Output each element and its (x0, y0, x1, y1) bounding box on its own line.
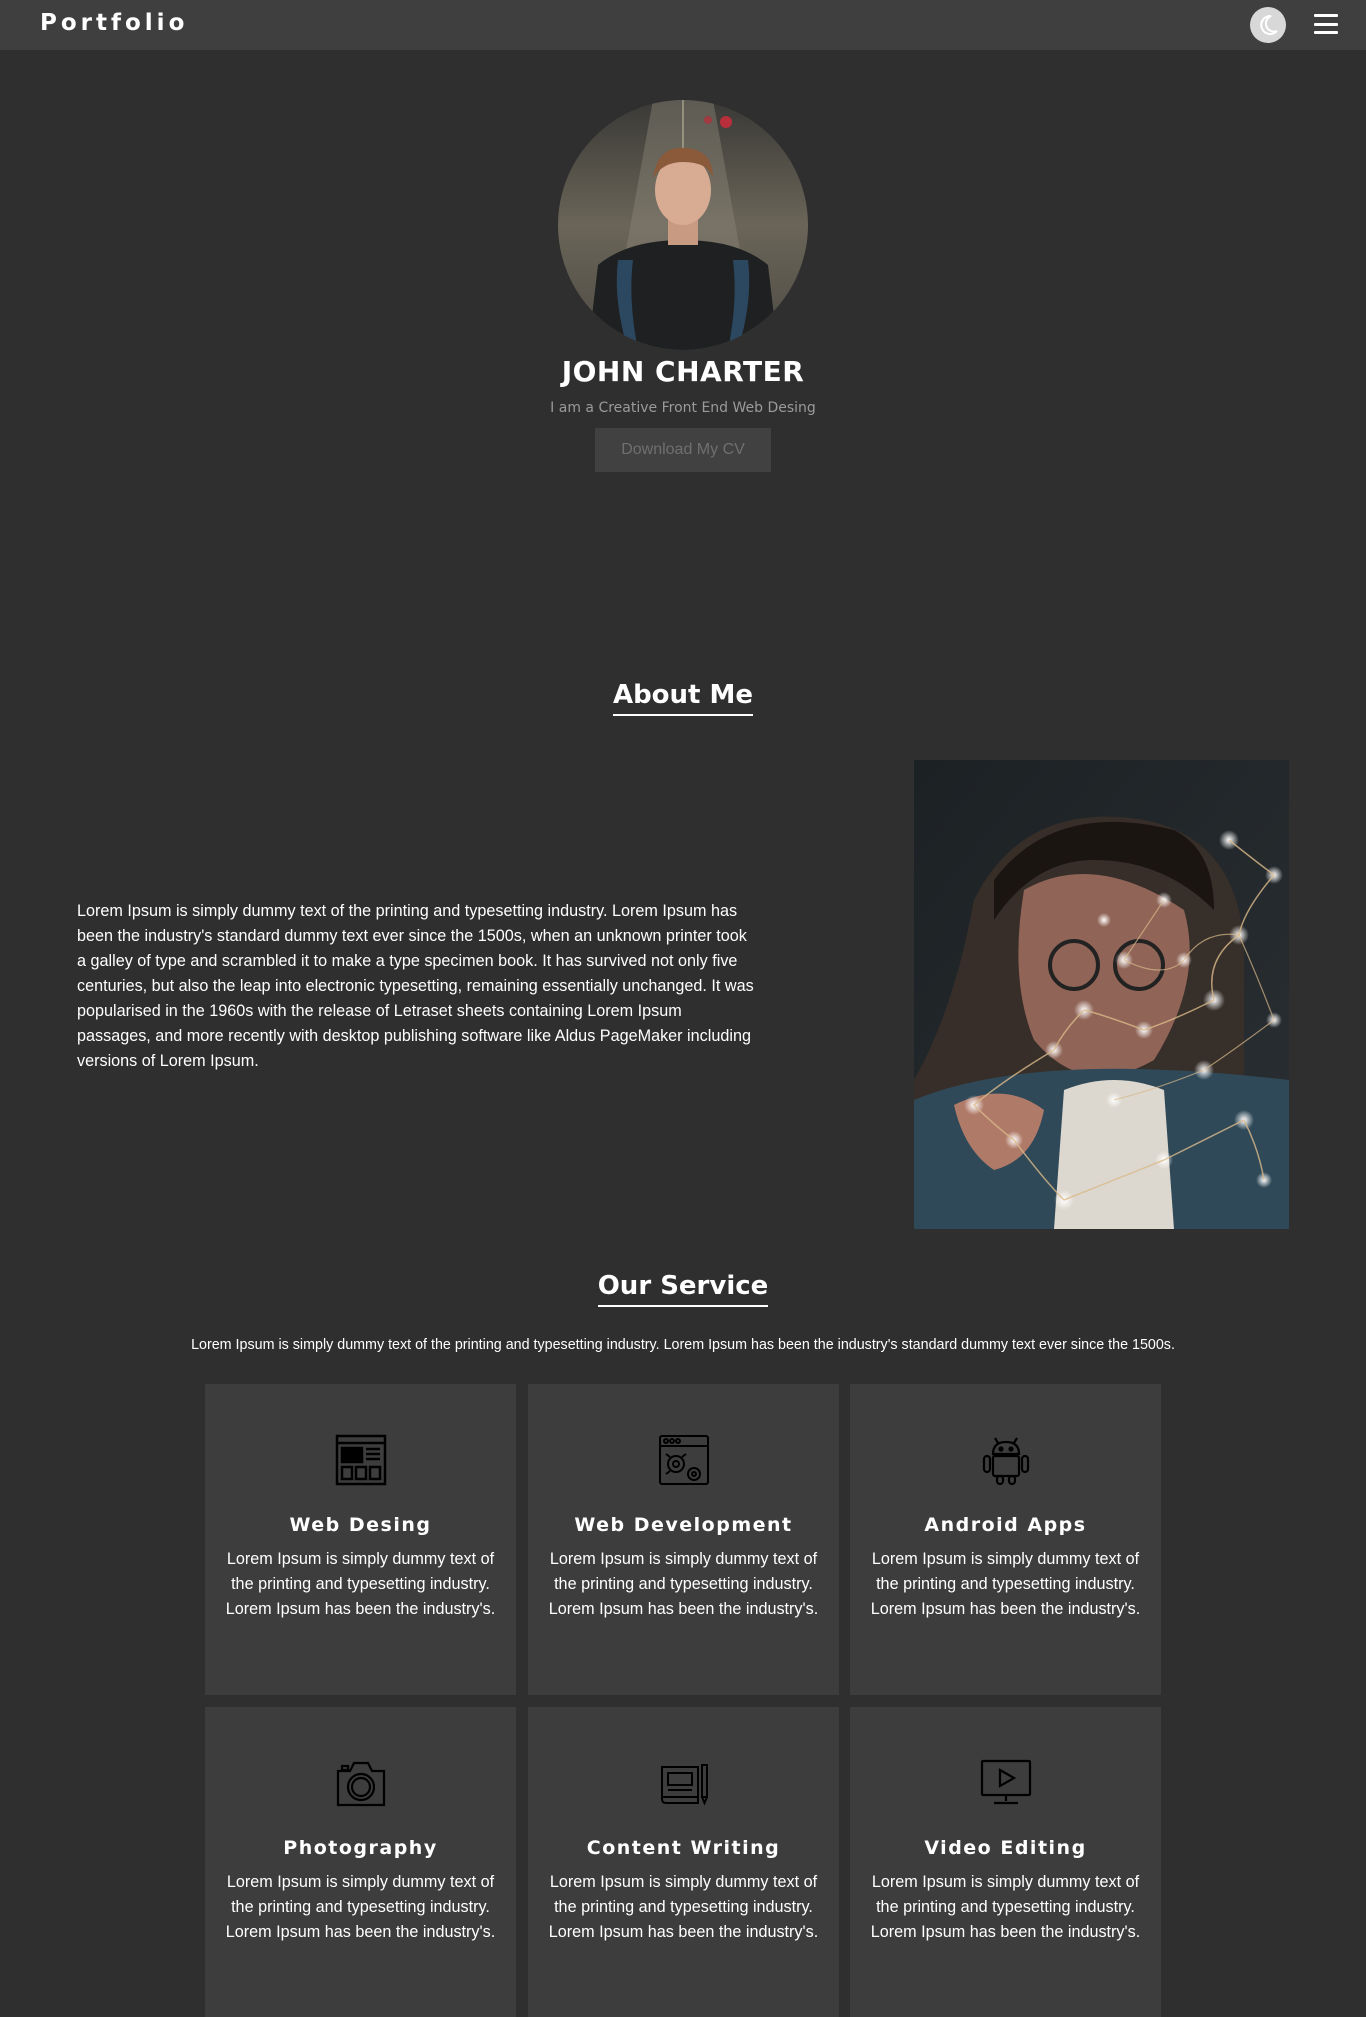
service-description: Lorem Ipsum is simply dummy text of the … (870, 1550, 1141, 1618)
theme-toggle-button[interactable] (1250, 7, 1286, 43)
service-description: Lorem Ipsum is simply dummy text of the … (548, 1873, 819, 1941)
moon-icon (1260, 14, 1278, 35)
service-card-android-apps[interactable]: Android Apps Lorem Ipsum is simply dummy… (850, 1384, 1161, 1695)
service-description: Lorem Ipsum is simply dummy text of the … (225, 1550, 496, 1618)
about-photo (914, 760, 1289, 1229)
service-description: Lorem Ipsum is simply dummy text of the … (870, 1873, 1141, 1941)
navbar: Portfolio (0, 0, 1366, 50)
web-development-icon (659, 1435, 709, 1485)
camera-icon (336, 1761, 386, 1807)
download-cv-button[interactable]: Download My CV (595, 428, 771, 472)
service-title: Content Writing (586, 1837, 781, 1859)
service-title: Android Apps (924, 1514, 1087, 1536)
service-description: Lorem Ipsum is simply dummy text of the … (548, 1550, 819, 1618)
service-card-web-development[interactable]: Web Development Lorem Ipsum is simply du… (528, 1384, 839, 1695)
service-title: Web Development (574, 1514, 793, 1536)
profile-avatar (558, 100, 808, 350)
service-section-title: Our Service (0, 1271, 1366, 1307)
web-design-icon (335, 1434, 387, 1486)
brand-logo[interactable]: Portfolio (40, 10, 188, 36)
video-editing-icon (980, 1759, 1032, 1805)
service-card-video-editing[interactable]: Video Editing Lorem Ipsum is simply dumm… (850, 1707, 1161, 2017)
menu-button[interactable] (1314, 14, 1338, 34)
service-title: Video Editing (924, 1837, 1087, 1859)
android-icon (982, 1437, 1030, 1486)
content-writing-icon (661, 1764, 708, 1806)
profile-subtitle: I am a Creative Front End Web Desing (550, 400, 816, 416)
hamburger-icon (1314, 14, 1338, 17)
service-card-web-design[interactable]: Web Desing Lorem Ipsum is simply dummy t… (205, 1384, 516, 1695)
about-section-title: About Me (0, 680, 1366, 716)
service-intro-text: Lorem Ipsum is simply dummy text of the … (191, 1337, 1175, 1353)
service-title: Photography (283, 1837, 438, 1859)
service-description: Lorem Ipsum is simply dummy text of the … (225, 1873, 496, 1941)
profile-name: JOHN CHARTER (561, 355, 805, 388)
service-title: Web Desing (289, 1514, 432, 1536)
service-card-content-writing[interactable]: Content Writing Lorem Ipsum is simply du… (528, 1707, 839, 2017)
service-card-photography[interactable]: Photography Lorem Ipsum is simply dummy … (205, 1707, 516, 2017)
about-text: Lorem Ipsum is simply dummy text of the … (77, 902, 754, 1070)
